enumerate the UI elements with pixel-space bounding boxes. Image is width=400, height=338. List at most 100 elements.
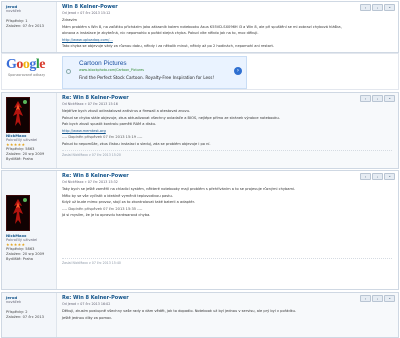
post-line: ---- Doplněn příspěvek 07 črc 2013 15:19… — [62, 135, 143, 140]
location-label: Bydliště: — [6, 157, 22, 161]
post-line: Ještě jednou díky za pomoc. — [62, 315, 113, 320]
post-title[interactable]: Win 8 Kelner-Power — [62, 4, 392, 10]
joined-value: 07 črc 2013 — [22, 24, 44, 28]
post-body: Zdravím Mám problém s Win 8, na začátku … — [62, 18, 392, 49]
post-line: Mělo by se vše vyčistit a ideálně vyměni… — [62, 193, 173, 198]
info-icon: i — [377, 5, 378, 10]
post-footer: Zaslal NickMaxx v 07 črc 2013 15:20 — [62, 149, 392, 157]
info-icon: i — [377, 174, 378, 179]
report-button[interactable]: ! — [360, 95, 371, 102]
forum-thread: Jerod nováček Příspěvky: 1 Založen: 07 č… — [0, 0, 400, 338]
post-meta: Od Jerod » 07 črc 2013 16:02 — [62, 302, 111, 306]
joined-label: Založen: — [6, 24, 22, 28]
post-line: obnova a instalace je zbytečná, nic nepo… — [62, 31, 259, 36]
profile-location: Bydliště: Praha — [6, 157, 56, 162]
post-line: Když už bude mimo provoz, stojí za to zk… — [62, 200, 195, 205]
location-value: Praha — [22, 157, 33, 161]
post-body: Taky bych se ještě zaměřil na chladicí s… — [62, 187, 392, 218]
post-line: Pak bych zkusil spustit kontrolu paměti … — [62, 122, 157, 127]
post-line: Zdravím — [62, 18, 78, 22]
location-label: Bydliště: — [6, 257, 22, 261]
post-title[interactable]: Re: Win 8 Kelner-Power — [62, 95, 392, 101]
info-icon: i — [377, 296, 378, 301]
joined-value: 07 črc 2013 — [22, 315, 44, 319]
ad-url[interactable]: www.istockphoto.com/Cartoon_Pictures — [79, 68, 144, 72]
quote-icon: ❝ — [388, 296, 391, 301]
profile-location: Bydliště: Praha — [6, 257, 56, 262]
quote-button[interactable]: ❝ — [384, 95, 395, 102]
google-sub: Sponzorované odkazy — [8, 73, 46, 77]
info-button[interactable]: i — [372, 95, 383, 102]
ad-banner[interactable]: Cartoon Pictures www.istockphoto.com/Car… — [62, 56, 247, 89]
ad-info-icon[interactable] — [66, 69, 71, 74]
report-icon: ! — [364, 174, 367, 179]
post: NickMaxx Pokročilý uživatel ★★★★★ Příspě… — [1, 170, 399, 290]
post-line: Tato chyba se objevuje vždy za různou do… — [62, 44, 274, 49]
ad-title[interactable]: Cartoon Pictures — [79, 60, 127, 67]
posts-label: Příspěvky: — [6, 19, 25, 23]
post: Jerod nováček Příspěvky: 2 Založen: 07 č… — [1, 292, 399, 338]
post-content: Re: Win 8 Kelner-Power Od NickMaxx » 07 … — [62, 95, 392, 157]
post-content: Re: Win 8 Kelner-Power Od Jerod » 07 črc… — [62, 295, 392, 322]
post-meta: Od Jerod » 07 črc 2013 15:12 — [62, 11, 111, 15]
chevron-right-icon[interactable]: › — [234, 67, 242, 75]
posts-value[interactable]: 5863 — [25, 247, 34, 251]
post-line: Taky bych se ještě zaměřil na chladicí s… — [62, 187, 296, 191]
post-content: Win 8 Kelner-Power Od Jerod » 07 črc 201… — [62, 4, 392, 51]
post-line: Já si myslím, že je to opravdu hardwarov… — [62, 213, 151, 218]
posts-label: Příspěvky: — [6, 247, 25, 251]
post-profile: Jerod nováček Příspěvky: 1 Založen: 07 č… — [2, 2, 57, 52]
report-icon: ! — [364, 5, 367, 10]
post: Jerod nováček Příspěvky: 1 Založen: 07 č… — [1, 1, 399, 53]
post-buttons: ! i ❝ — [360, 4, 395, 11]
joined-label: Založen: — [6, 152, 22, 156]
google-logo: Google — [6, 57, 45, 72]
posts-value[interactable]: 2 — [25, 310, 27, 314]
report-button[interactable]: ! — [360, 173, 371, 180]
avatar — [6, 195, 30, 231]
quote-button[interactable]: ❝ — [384, 173, 395, 180]
report-button[interactable]: ! — [360, 4, 371, 11]
post-buttons: ! i ❝ — [360, 295, 395, 302]
post-meta: Od NickMaxx » 07 črc 2013 15:32 — [62, 180, 118, 184]
joined-value: 20 srp 2009 — [22, 252, 45, 256]
post: NickMaxx Pokročilý uživatel ★★★★★ Příspě… — [1, 92, 399, 169]
post-profile: NickMaxx Pokročilý uživatel ★★★★★ Příspě… — [2, 171, 57, 289]
report-icon: ! — [364, 296, 367, 301]
posts-value[interactable]: 5863 — [25, 147, 34, 151]
info-button[interactable]: i — [372, 295, 383, 302]
post-title[interactable]: Re: Win 8 Kelner-Power — [62, 173, 392, 179]
post-body: Děkuji, zkusím postupně všechny vaše rad… — [62, 309, 392, 320]
quote-button[interactable]: ❝ — [384, 4, 395, 11]
post-title[interactable]: Re: Win 8 Kelner-Power — [62, 295, 392, 301]
post-content: Re: Win 8 Kelner-Power Od NickMaxx » 07 … — [62, 173, 392, 265]
quote-button[interactable]: ❝ — [384, 295, 395, 302]
post-body: Nejdříve bych zkusil odinstalovat antivi… — [62, 109, 392, 147]
quote-icon: ❝ — [388, 96, 391, 101]
post-line: Pokud to nepomůže, zkus čistou instalaci… — [62, 141, 211, 146]
profile-joined: Založen: 07 črc 2013 — [6, 315, 56, 320]
info-icon: i — [377, 96, 378, 101]
quote-icon: ❝ — [388, 5, 391, 10]
joined-label: Založen: — [6, 252, 22, 256]
report-icon: ! — [364, 96, 367, 101]
post-line: Pokud se chyba stále objevuje, zkus aktu… — [62, 115, 280, 120]
post-line: ---- Doplněn příspěvek 07 črc 2013 15:35… — [62, 206, 143, 211]
post-buttons: ! i ❝ — [360, 173, 395, 180]
author-rank: nováček — [6, 9, 22, 13]
post-link[interactable]: http://www.uploadaq.com/... — [62, 38, 113, 42]
info-button[interactable]: i — [372, 173, 383, 180]
avatar — [6, 97, 30, 133]
online-indicator — [23, 100, 27, 104]
posts-value[interactable]: 1 — [25, 19, 27, 23]
online-indicator — [23, 198, 27, 202]
quote-icon: ❝ — [388, 174, 391, 179]
post-link[interactable]: http://www.memtest.org — [62, 129, 106, 133]
report-button[interactable]: ! — [360, 295, 371, 302]
info-button[interactable]: i — [372, 4, 383, 11]
ad-description: Find the Perfect Stock Cartoon. Royalty-… — [79, 75, 215, 80]
posts-label: Příspěvky: — [6, 310, 25, 314]
post-profile: Jerod nováček Příspěvky: 2 Založen: 07 č… — [2, 293, 57, 337]
post-line: Děkuji, zkusím postupně všechny vaše rad… — [62, 309, 297, 313]
post-buttons: ! i ❝ — [360, 95, 395, 102]
